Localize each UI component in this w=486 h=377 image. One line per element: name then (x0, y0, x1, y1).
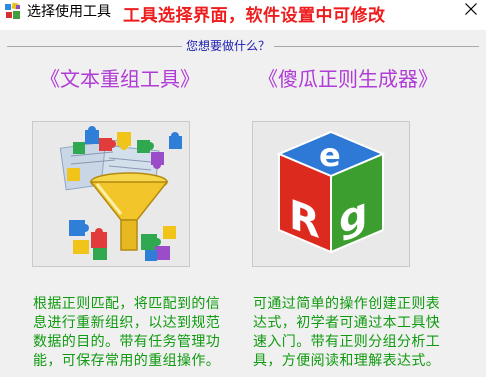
tool-selector-window: 选择使用工具 工具选择界面，软件设置中可修改 您想要做什么？ 《文本重组工具》 (0, 0, 486, 377)
close-button[interactable] (456, 0, 486, 24)
funnel-puzzle-icon (59, 126, 182, 261)
regex-cube-icon: e R g (276, 130, 386, 254)
group-title: 您想要做什么？ (182, 37, 275, 55)
close-icon (465, 3, 477, 15)
text-reorganize-tool-description: 根据正则匹配，将匹配到的信息进行重新组织，以达到规范数据的目的。带有任务管理功能… (33, 296, 221, 369)
text-reorganize-tool-button[interactable] (32, 121, 190, 267)
svg-text:R: R (289, 190, 320, 248)
regex-generator-tool-title[interactable]: 《傻瓜正则生成器》 (258, 64, 438, 94)
window-title: 选择使用工具 (27, 4, 111, 20)
settings-banner: 工具选择界面，软件设置中可修改 (123, 6, 386, 26)
title-bar[interactable]: 选择使用工具 工具选择界面，软件设置中可修改 (0, 0, 486, 30)
text-reorganize-tool-title[interactable]: 《文本重组工具》 (40, 64, 200, 94)
regex-generator-tool-description: 可通过简单的操作创建正则表达式，初学者可通过本工具快速入门。带有正则分组分析工具… (253, 296, 441, 369)
app-icon (5, 2, 20, 19)
regex-generator-tool-button[interactable]: e R g (252, 121, 410, 267)
svg-text:e: e (319, 136, 341, 174)
